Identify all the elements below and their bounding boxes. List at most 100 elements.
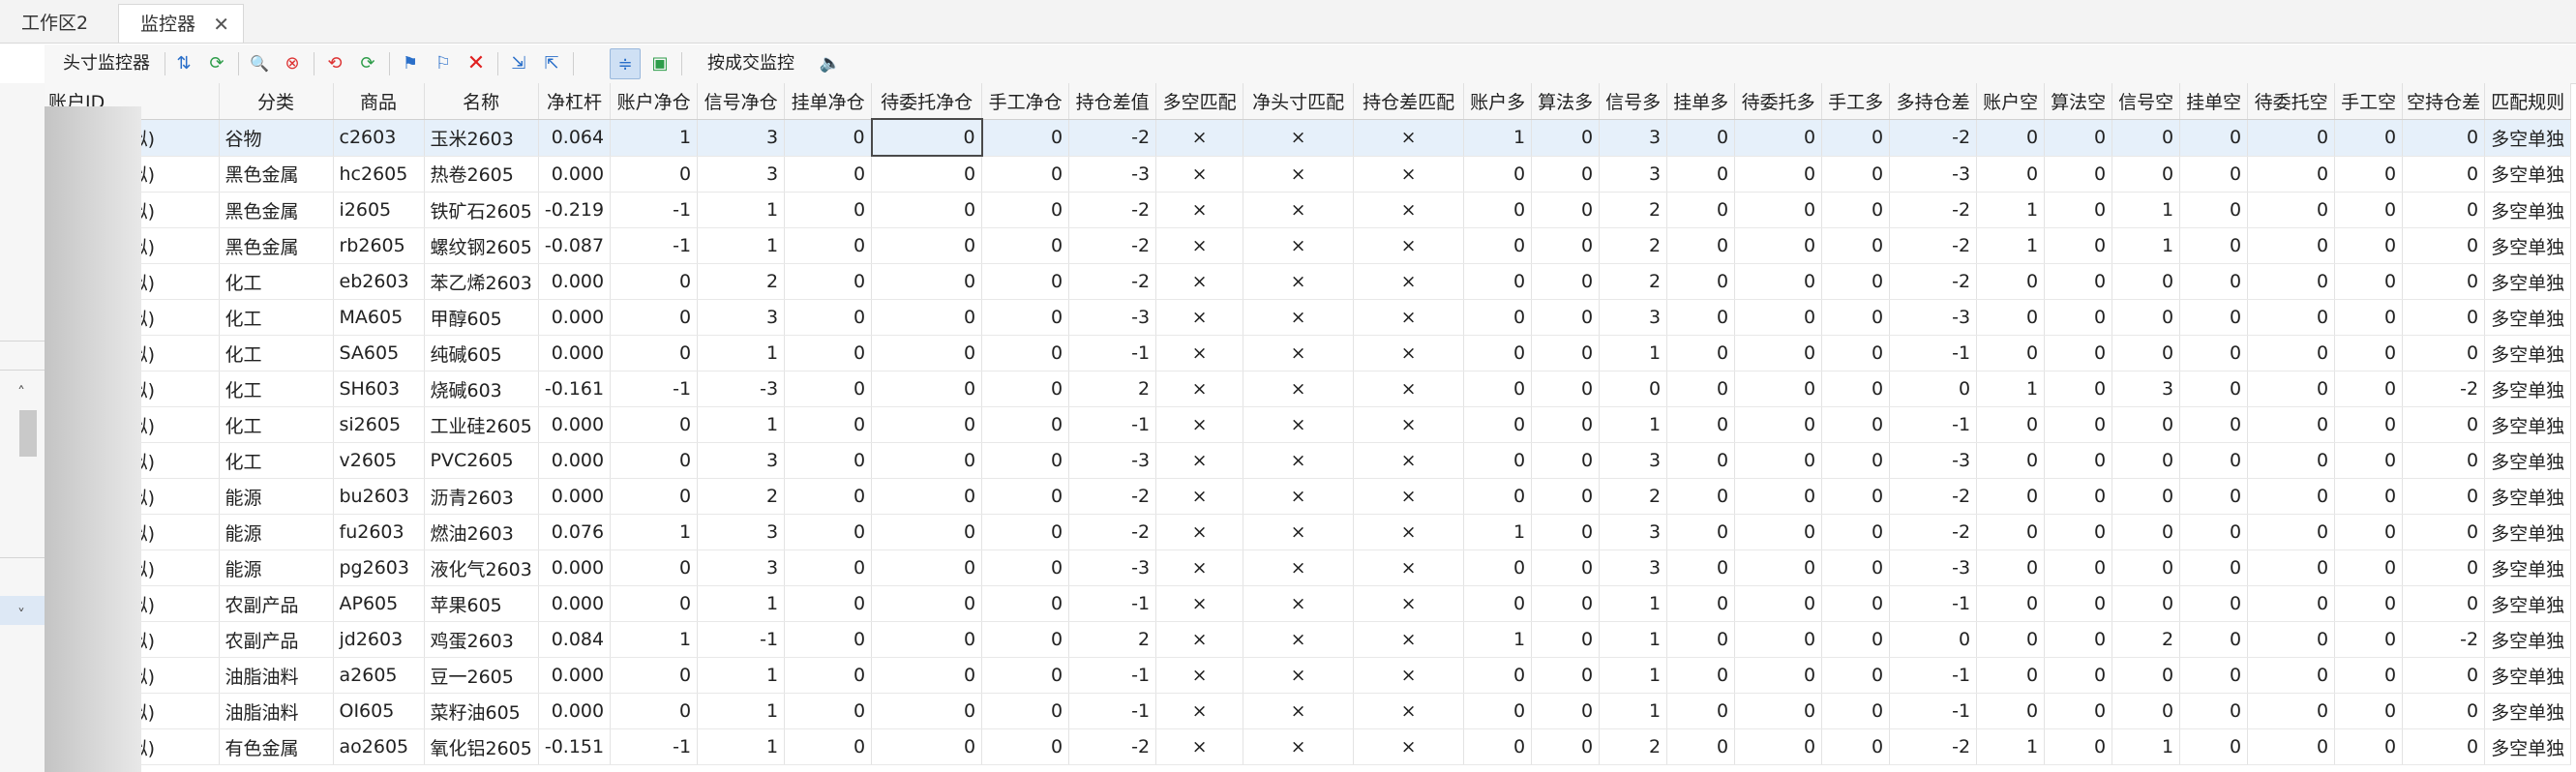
table-cell[interactable]: 0 [784,585,873,622]
table-cell[interactable]: 0 [2334,227,2404,264]
column-header[interactable]: 待委托空 [2247,83,2336,120]
table-cell[interactable]: 1 [697,585,786,622]
table-cell[interactable]: 2 [1068,621,1157,658]
table-cell[interactable]: × [1243,514,1355,550]
table-cell[interactable]: -3 [1068,549,1157,586]
table-cell[interactable]: × [1155,156,1244,193]
table-row[interactable]: TB期货模拟)能源bu2603沥青26030.00002000-2×××0020… [45,478,2572,515]
table-cell[interactable]: 0 [981,263,1070,300]
table-cell[interactable]: × [1353,192,1465,228]
table-cell[interactable]: 液化气2603 [424,549,539,586]
table-cell[interactable]: × [1155,514,1244,550]
table-cell[interactable]: × [1243,156,1355,193]
column-header[interactable]: 多空匹配 [1155,83,1244,120]
table-row[interactable]: TB期货模拟)有色金属ao2605氧化铝2605-0.151-11000-2××… [45,728,2572,765]
table-cell[interactable]: -3 [1889,156,1978,193]
table-cell[interactable]: -0.151 [538,728,612,765]
table-cell[interactable]: 0 [1463,657,1533,694]
table-cell[interactable]: × [1155,119,1244,157]
table-cell[interactable]: 豆一2605 [424,657,539,694]
table-cell[interactable]: 菜籽油605 [424,693,539,729]
table-cell[interactable]: -2 [1889,119,1978,157]
table-row[interactable]: TB期货模拟)油脂油料a2605豆一26050.00001000-1×××001… [45,657,2572,694]
table-cell[interactable]: 化工 [219,335,334,371]
table-cell[interactable]: 0 [1531,693,1601,729]
table-cell[interactable]: -2 [1889,728,1978,765]
table-cell[interactable]: 0 [2044,478,2113,515]
table-cell[interactable]: 0 [784,621,873,658]
table-cell[interactable]: 0 [1531,728,1601,765]
table-cell[interactable]: × [1353,406,1465,443]
table-cell[interactable]: × [1155,371,1244,407]
table-cell[interactable]: 1 [1599,335,1668,371]
table-cell[interactable]: 1 [610,621,699,658]
table-cell[interactable]: 0.084 [538,621,612,658]
table-cell[interactable]: 1 [697,227,786,264]
table-cell[interactable]: 多空单独 [2484,335,2572,371]
table-cell[interactable]: × [1243,585,1355,622]
left-panel-scrollbar[interactable] [19,410,37,457]
table-cell[interactable]: 0 [1976,549,2046,586]
table-row[interactable]: TB期货模拟)化工SA605纯碱6050.00001000-1×××001000… [45,335,2572,371]
table-cell[interactable]: 0 [784,478,873,515]
table-cell[interactable]: 多空单独 [2484,192,2572,228]
table-cell[interactable]: × [1155,299,1244,336]
table-cell[interactable]: 0 [1666,263,1736,300]
table-cell[interactable]: 0 [1734,728,1823,765]
table-cell[interactable]: 1 [1599,585,1668,622]
head-monitor-button[interactable]: 头寸监控器 [56,48,157,79]
table-cell[interactable]: × [1353,621,1465,658]
table-cell[interactable]: 0 [1531,119,1601,157]
table-cell[interactable]: 0 [1889,621,1978,658]
table-cell[interactable]: AP605 [333,585,425,622]
table-cell[interactable]: 0 [784,442,873,479]
table-cell[interactable]: 0 [1821,156,1891,193]
table-cell[interactable]: 0 [2334,406,2404,443]
table-cell[interactable]: 0 [2247,263,2336,300]
table-cell[interactable]: -3 [1068,156,1157,193]
table-cell[interactable]: × [1155,621,1244,658]
table-row[interactable]: TB期货模拟)化工MA605甲醇6050.00003000-3×××003000… [45,299,2572,336]
table-cell[interactable]: 0 [2044,406,2113,443]
table-cell[interactable]: 0 [2112,514,2181,550]
table-cell[interactable]: 0 [2334,693,2404,729]
table-cell[interactable]: 0 [2334,478,2404,515]
table-cell[interactable]: 0 [1821,728,1891,765]
table-cell[interactable]: 2 [1599,227,1668,264]
table-cell[interactable]: 有色金属 [219,728,334,765]
table-row[interactable]: TB期货模拟)油脂油料OI605菜籽油6050.00001000-1×××001… [45,693,2572,729]
table-cell[interactable]: 0 [871,227,983,264]
table-cell[interactable]: -1 [610,371,699,407]
table-cell[interactable]: 1 [1976,371,2046,407]
table-cell[interactable]: 1 [1463,621,1533,658]
table-cell[interactable]: 0.000 [538,299,612,336]
table-cell[interactable]: × [1243,119,1355,157]
table-cell[interactable]: 0 [2247,299,2336,336]
table-cell[interactable]: -3 [1889,442,1978,479]
table-cell[interactable]: 0 [1531,657,1601,694]
table-cell[interactable]: × [1353,585,1465,622]
table-cell[interactable]: 0 [2044,371,2113,407]
table-row[interactable]: TB期货模拟)能源fu2603燃油26030.07613000-2×××1030… [45,514,2572,550]
table-cell[interactable]: -2 [1889,227,1978,264]
table-cell[interactable]: -1 [1068,335,1157,371]
table-cell[interactable]: 氧化铝2605 [424,728,539,765]
table-cell[interactable]: pg2603 [333,549,425,586]
table-cell[interactable]: 0 [981,119,1070,157]
table-cell[interactable]: 0 [2112,442,2181,479]
table-cell[interactable]: c2603 [333,119,425,157]
table-cell[interactable]: 0 [610,657,699,694]
table-cell[interactable]: × [1353,263,1465,300]
table-cell[interactable]: 1 [697,693,786,729]
table-cell[interactable]: 0 [2334,299,2404,336]
table-cell[interactable]: 0 [2179,693,2249,729]
table-cell[interactable]: 0 [784,693,873,729]
table-cell[interactable]: × [1243,371,1355,407]
table-cell[interactable]: 0 [2179,119,2249,157]
table-cell[interactable]: 0 [1531,371,1601,407]
table-cell[interactable]: -2 [1068,119,1157,157]
table-cell[interactable]: 油脂油料 [219,693,334,729]
table-cell[interactable]: 纯碱605 [424,335,539,371]
table-cell[interactable]: ao2605 [333,728,425,765]
table-cell[interactable]: × [1155,335,1244,371]
